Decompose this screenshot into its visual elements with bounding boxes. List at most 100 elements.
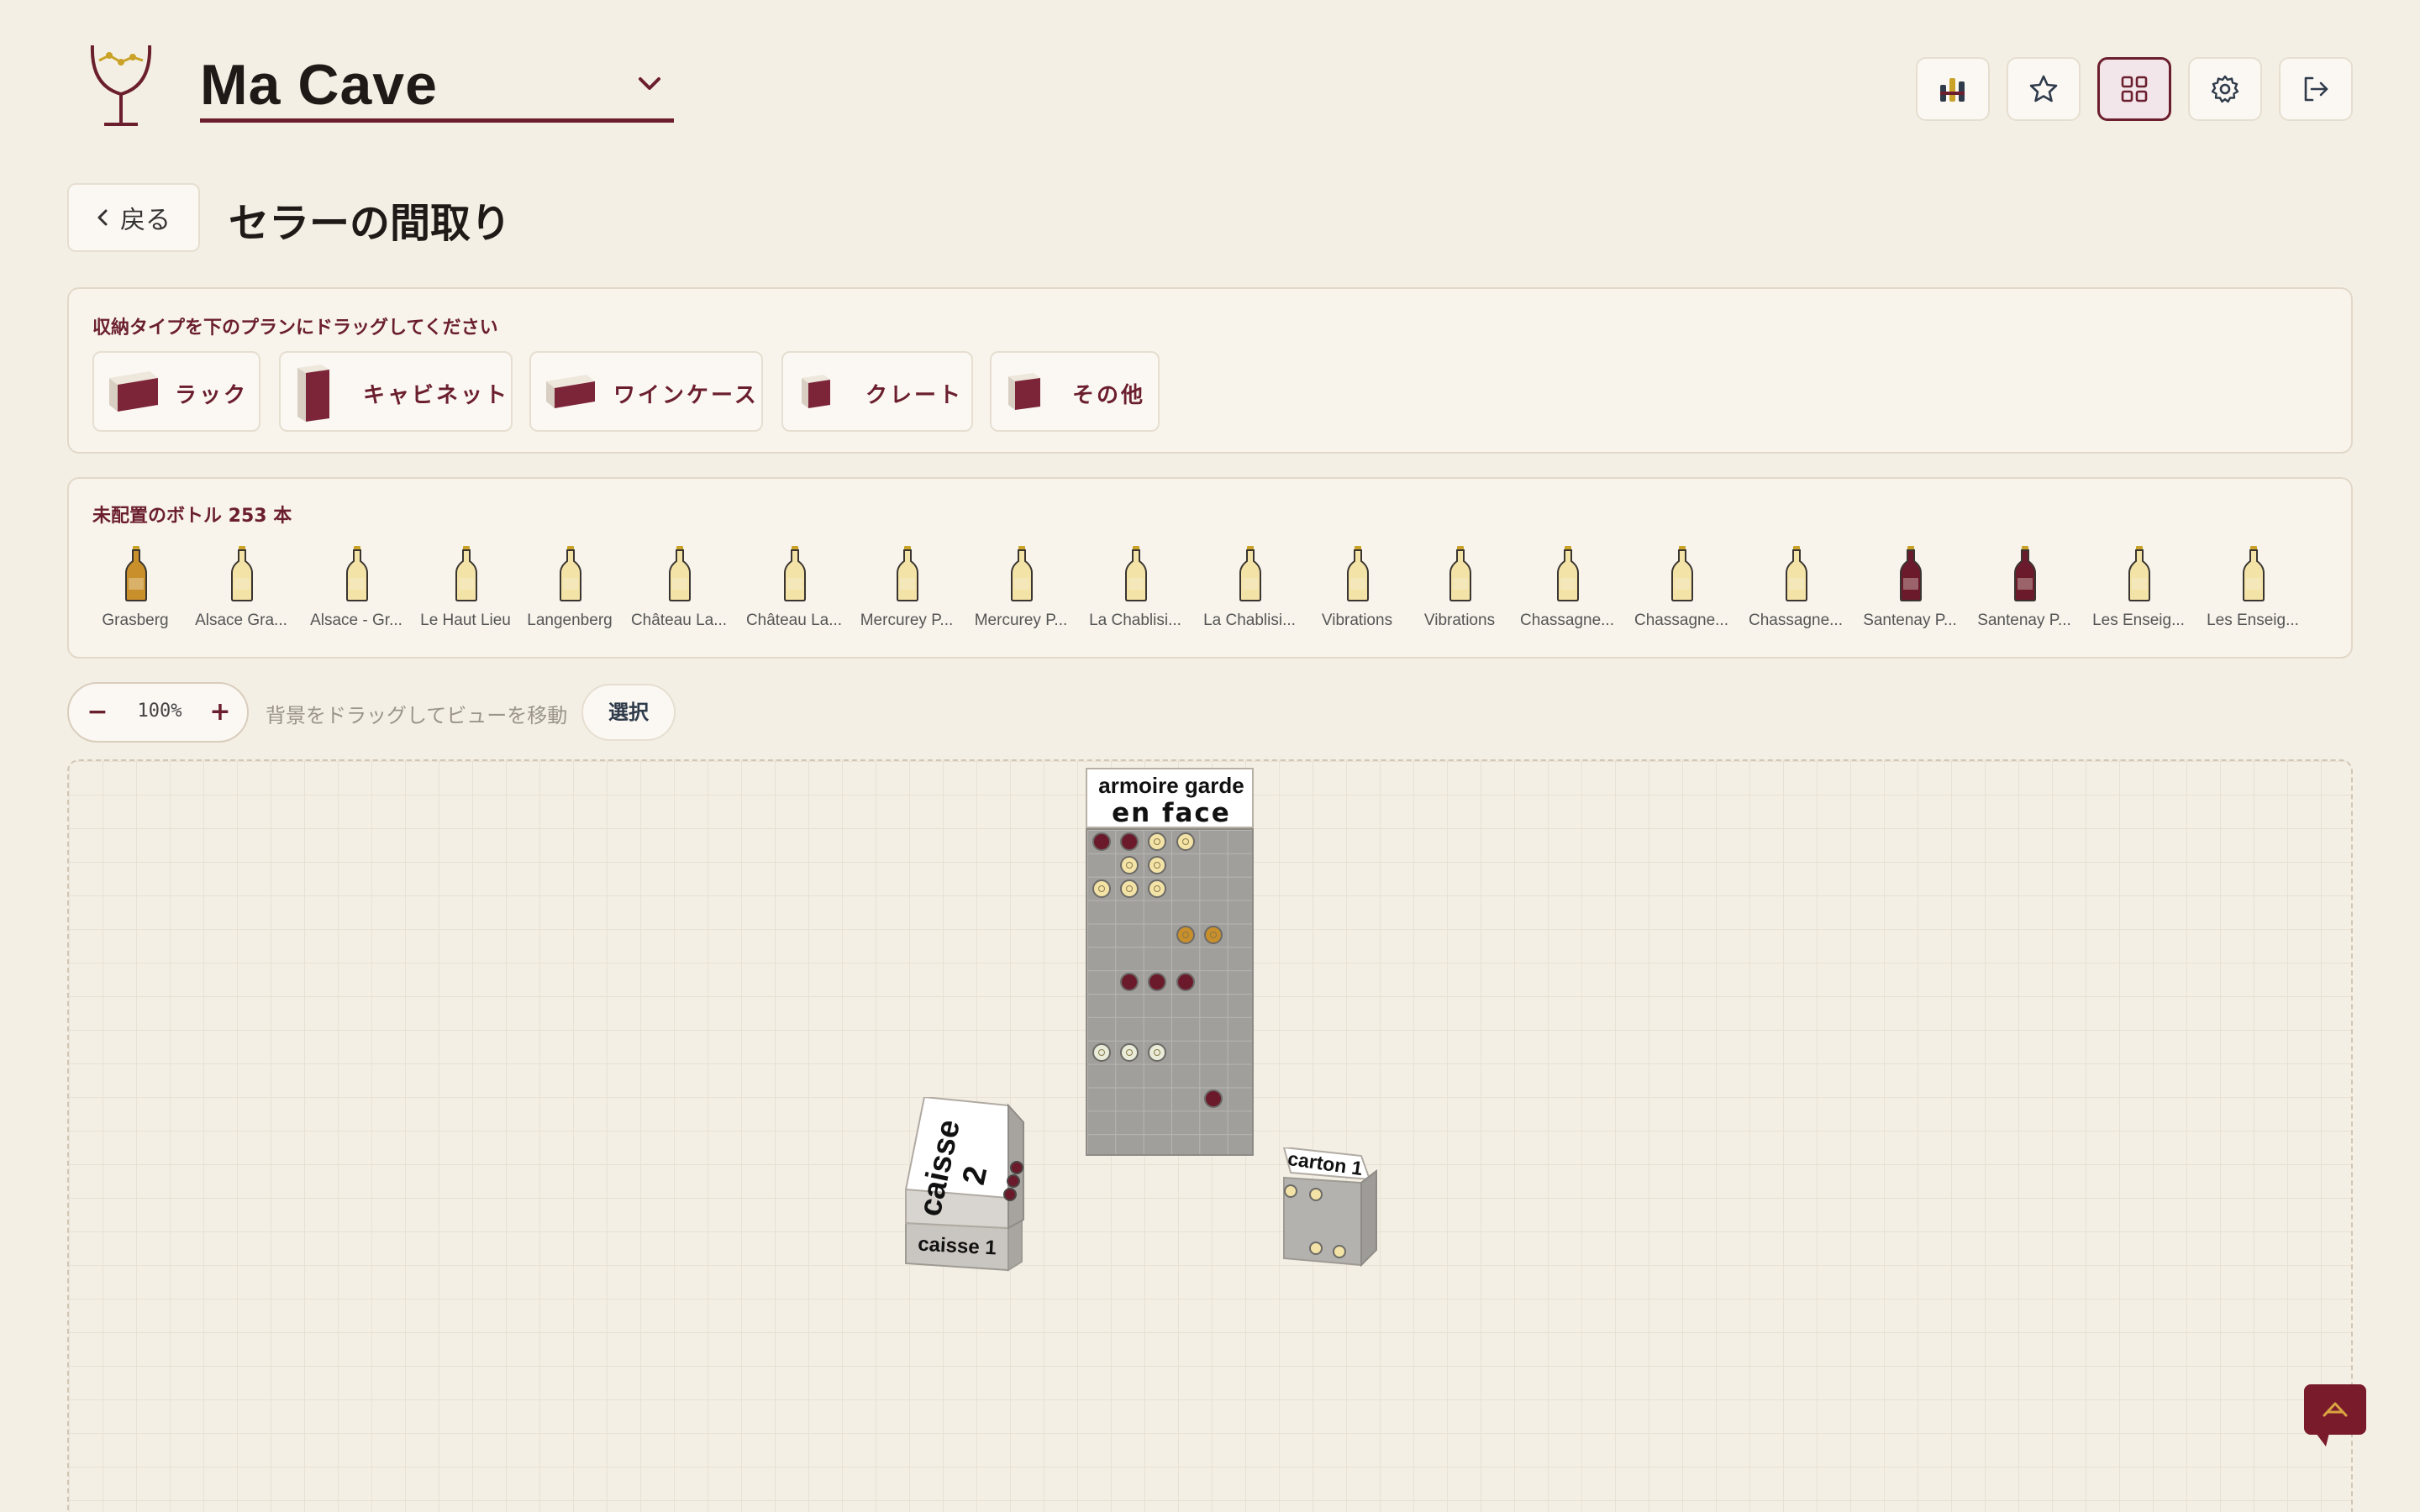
cabinet-bottle-slot[interactable] (1148, 855, 1167, 874)
bottle-label: Les Enseig... (2092, 612, 2185, 629)
unplaced-bottle[interactable]: Alsace - Gr... (305, 546, 408, 638)
gear-icon (2211, 75, 2239, 103)
unplaced-bottle[interactable]: Alsace Gra... (190, 546, 292, 638)
chat-assistant-button[interactable] (2304, 1384, 2366, 1446)
unplaced-bottle[interactable]: La Chablisi... (1198, 546, 1301, 638)
wine-bottle-icon (2128, 546, 2150, 601)
cabinet-bottle-slot[interactable] (1120, 1042, 1139, 1062)
unplaced-bottle[interactable]: Santenay P... (1859, 546, 1961, 638)
wine-bottle-icon (2243, 546, 2265, 601)
cabinet-bottle-slot[interactable] (1092, 1042, 1111, 1062)
unplaced-bottle[interactable]: Château La... (743, 546, 845, 638)
wine-glass-logo-icon (90, 45, 152, 126)
storage-type-rack[interactable]: ラック (92, 351, 260, 432)
storage-type-crate[interactable]: クレート (781, 351, 973, 432)
storage-type-label: クレート (865, 383, 964, 408)
unplaced-bottle[interactable]: Vibrations (1306, 546, 1408, 638)
bottle-label: Les Enseig... (2207, 612, 2299, 629)
unplaced-bottle[interactable]: Santenay P... (1973, 546, 2075, 638)
unplaced-bottle[interactable]: La Chablisi... (1084, 546, 1186, 638)
unplaced-bottle[interactable]: Mercurey P... (855, 546, 958, 638)
box-icon (1008, 373, 1040, 410)
unplaced-bottle[interactable]: Vibrations (1408, 546, 1511, 638)
favorites-button[interactable] (2007, 57, 2081, 121)
unplaced-bottle[interactable]: Château La... (628, 546, 730, 638)
chevron-down-icon (639, 77, 660, 90)
star-icon (2029, 75, 2058, 102)
cellar-plan-canvas[interactable]: armoire garde en face caisse 2 caisse 1 (67, 759, 2353, 1512)
crate-icon (802, 375, 830, 408)
stats-button[interactable] (1916, 57, 1990, 121)
cabinet-slot-grid[interactable] (1086, 828, 1254, 1156)
logout-icon (2304, 76, 2328, 102)
unplaced-bottle[interactable]: Grasberg (84, 546, 187, 638)
cabinet-bottle-slot[interactable] (1204, 1089, 1223, 1109)
bottle-label: Chassagne... (1520, 612, 1614, 629)
bottles-chart-icon (1940, 78, 1965, 102)
cabinet-bottle-slot[interactable] (1176, 832, 1195, 851)
unplaced-bottle[interactable]: Le Haut Lieu (414, 546, 517, 638)
bottle-label: Alsace Gra... (195, 612, 287, 629)
storage-instruction: 収納タイプを下のプランにドラッグしてください (92, 318, 498, 339)
bottle-label: Château La... (630, 612, 728, 629)
bottle-label: Langenberg (527, 612, 613, 629)
unplaced-bottle[interactable]: Chassagne... (1516, 546, 1618, 638)
unplaced-count-title: 未配置のボトル 253 本 (92, 506, 292, 527)
back-button[interactable]: 戻る (67, 183, 200, 252)
cabinet-bottle-slot[interactable] (1204, 926, 1223, 945)
unplaced-bottle[interactable]: Langenberg (518, 546, 621, 638)
bottle-label: Grasberg (102, 612, 169, 629)
select-mode-button[interactable]: 選択 (581, 684, 676, 741)
cellar-selector[interactable]: Ma Cave (200, 50, 674, 123)
cabinet-bottle-slot[interactable] (1148, 832, 1167, 851)
storage-type-wine-case[interactable]: ワインケース (529, 351, 763, 432)
storage-type-cabinet[interactable]: キャビネット (279, 351, 513, 432)
cabinet-bottle-slot[interactable] (1176, 926, 1195, 945)
bottle-label: La Chablisi... (1089, 612, 1181, 629)
app-header: Ma Cave (0, 0, 2420, 168)
storage-cabinet[interactable]: armoire garde en face (1086, 768, 1254, 1156)
grid-icon (2121, 76, 2148, 102)
cellar-name: Ma Cave (200, 53, 438, 117)
unplaced-bottle[interactable]: Les Enseig... (2202, 546, 2304, 638)
unplaced-bottle[interactable]: Chassagne... (1744, 546, 1847, 638)
cabinet-bottle-slot[interactable] (1120, 879, 1139, 898)
chevron-left-icon (97, 209, 108, 226)
wine-bottle-icon (231, 546, 253, 601)
cabinet-bottle-slot[interactable] (1092, 832, 1111, 851)
logout-button[interactable] (2279, 57, 2353, 121)
unplaced-bottle[interactable]: Les Enseig... (2087, 546, 2190, 638)
cabinet-bottle-slot[interactable] (1148, 879, 1167, 898)
storage-carton[interactable]: carton 1 (1276, 1146, 1393, 1273)
wine-case-icon (546, 375, 595, 408)
unplaced-bottle[interactable]: Chassagne... (1630, 546, 1733, 638)
zoom-out-button[interactable]: − (81, 696, 114, 729)
storage-type-label: ラック (175, 383, 249, 408)
storage-type-other[interactable]: その他 (990, 351, 1160, 432)
wine-bottle-icon (560, 546, 581, 601)
bottle-label: Santenay P... (1977, 612, 2071, 629)
settings-button[interactable] (2188, 57, 2262, 121)
layout-button[interactable] (2097, 57, 2171, 121)
wine-bottle-icon (1347, 546, 1369, 601)
wine-bottle-icon (1786, 546, 1807, 601)
bottle-label: Château La... (745, 612, 843, 629)
back-label: 戻る (120, 206, 171, 235)
crate-stack[interactable]: caisse 2 caisse 1 (891, 1095, 1042, 1290)
bottle-label: Vibrations (1423, 612, 1496, 629)
cabinet-bottle-slot[interactable] (1176, 973, 1195, 992)
cabinet-bottle-slot[interactable] (1120, 855, 1139, 874)
cabinet-bottle-slot[interactable] (1092, 879, 1111, 898)
bottle-label: La Chablisi... (1203, 612, 1296, 629)
unplaced-bottle[interactable]: Mercurey P... (970, 546, 1072, 638)
cabinet-bottle-slot[interactable] (1120, 832, 1139, 851)
wine-bottle-icon (1900, 546, 1922, 601)
wine-bottle-icon (346, 546, 368, 601)
cabinet-bottle-slot[interactable] (1120, 973, 1139, 992)
page-title: セラーの間取り (229, 200, 512, 247)
wine-bottle-icon (1671, 546, 1693, 601)
cabinet-bottle-slot[interactable] (1148, 1042, 1167, 1062)
zoom-level: 100% (137, 701, 182, 722)
cabinet-bottle-slot[interactable] (1148, 973, 1167, 992)
zoom-in-button[interactable]: + (203, 696, 237, 729)
